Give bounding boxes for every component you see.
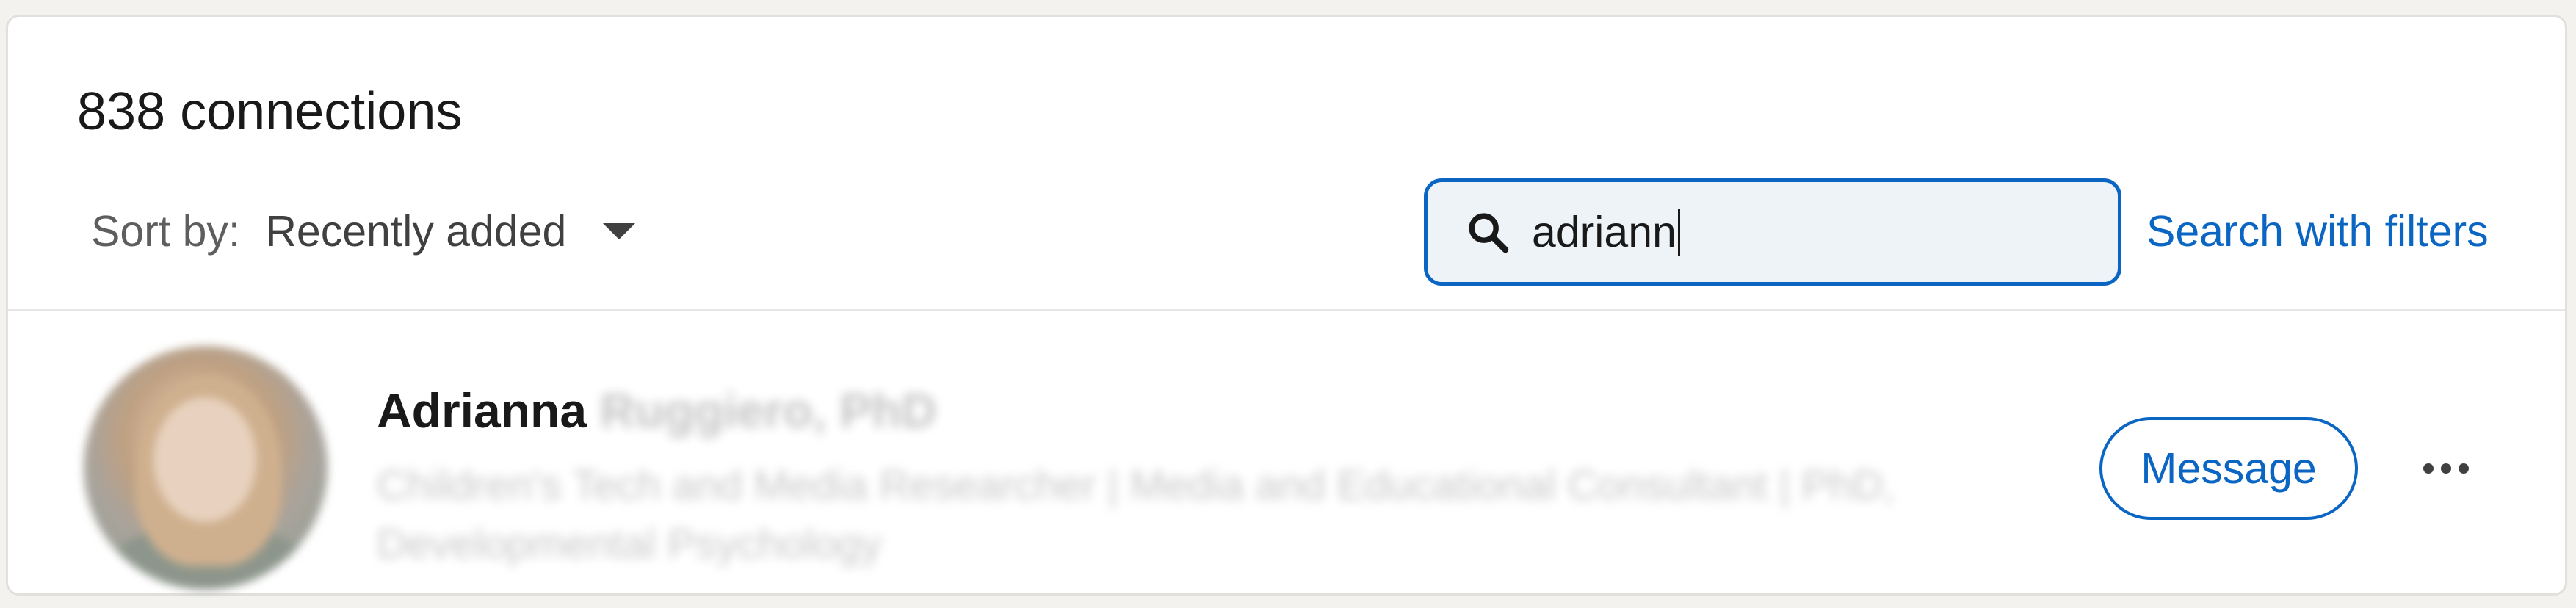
text-cursor xyxy=(1677,209,1680,256)
connection-first-name[interactable]: Adrianna xyxy=(377,383,587,438)
connections-count: 838 connections xyxy=(77,82,463,141)
sort-value[interactable]: Recently added xyxy=(265,206,566,256)
search-with-filters-link[interactable]: Search with filters xyxy=(2146,206,2489,256)
search-icon xyxy=(1469,213,1509,253)
message-button[interactable]: Message xyxy=(2099,417,2358,520)
connection-headline: Children's Tech and Media Researcher | M… xyxy=(377,462,1895,568)
connection-last-name[interactable]: Ruggiero, PhD xyxy=(600,383,936,438)
divider xyxy=(8,309,2565,311)
connections-card: 838 connections Sort by: Recently added … xyxy=(6,15,2567,596)
connection-name[interactable]: Adrianna Ruggiero, PhD xyxy=(377,383,936,438)
avatar[interactable] xyxy=(84,346,328,590)
sort-dropdown[interactable]: Sort by: Recently added xyxy=(91,206,636,256)
sort-label: Sort by: xyxy=(91,207,241,256)
search-query[interactable]: adriann xyxy=(1532,207,1680,257)
caret-down-icon[interactable] xyxy=(603,223,636,239)
ellipsis-icon[interactable] xyxy=(2418,443,2474,494)
search-input[interactable]: adriann xyxy=(1424,178,2121,286)
